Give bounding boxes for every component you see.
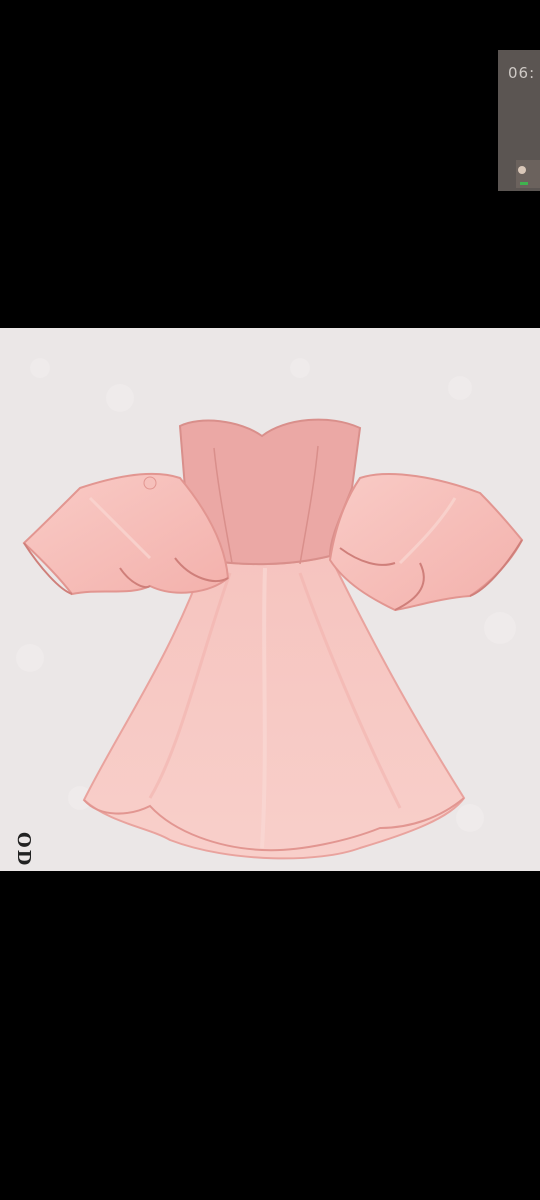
cropped-watermark-text: OD xyxy=(0,832,40,872)
right-ruffle-sleeve xyxy=(328,473,524,612)
product-photo[interactable] xyxy=(0,328,540,871)
pip-thumbnail-icon xyxy=(516,160,540,188)
picture-in-picture-window[interactable]: 06: xyxy=(498,50,540,191)
pip-clock: 06: xyxy=(508,64,536,82)
watermark-letters: OD xyxy=(13,832,34,868)
dress-image xyxy=(16,358,524,860)
image-viewer-screen: 06: OD xyxy=(0,0,540,1200)
